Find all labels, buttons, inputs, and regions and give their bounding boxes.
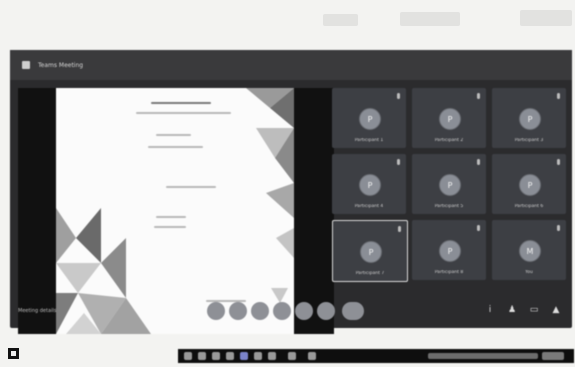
avatar: P [519,174,541,196]
chrome-icon[interactable] [226,352,234,360]
participant-name: Participant 8 [434,270,464,275]
title-bar: Teams Meeting [10,50,572,80]
mic-off-icon [477,93,480,99]
task-view-icon[interactable] [198,352,206,360]
participant-tile[interactable]: P Participant 4 [332,154,406,214]
taskbar [178,349,574,363]
slide-text-4 [156,216,186,218]
slide-text-3 [166,186,216,188]
captions-icon[interactable] [295,302,313,320]
raise-hand-icon[interactable] [273,302,291,320]
camera-icon[interactable] [207,302,225,320]
participant-name: Participant 3 [514,138,544,143]
avatar: P [359,174,381,196]
app-icon-8[interactable] [288,352,296,360]
mic-off-icon [557,159,560,165]
background-smudge-3 [520,10,572,26]
avatar: P [359,108,381,130]
participant-tile[interactable]: P Participant 2 [412,88,486,148]
avatar: P [439,240,461,262]
avatar: P [439,174,461,196]
participant-tile[interactable]: P Participant 3 [492,88,566,148]
tray-icons[interactable] [428,353,538,359]
teams-icon[interactable] [240,352,248,360]
leave-button[interactable] [342,302,364,320]
info-icon[interactable]: i [484,304,496,316]
participant-name: Participant 7 [355,271,385,276]
search-icon[interactable] [184,352,192,360]
participant-name: Participant 2 [434,138,464,143]
slide-text-2 [148,146,203,148]
participant-tile[interactable]: P Participant 7 [332,220,408,282]
more-icon[interactable] [317,302,335,320]
mic-off-icon [398,226,401,232]
mic-off-icon [477,159,480,165]
participant-tile[interactable]: P Participant 8 [412,220,486,280]
window-title: Teams Meeting [38,61,84,69]
mic-off-icon [397,159,400,165]
participant-name: Participant 5 [434,204,464,209]
participant-name: You [525,270,533,275]
participant-name: Participant 6 [514,204,544,209]
clock[interactable] [542,352,564,360]
app-icon [22,61,30,69]
mic-off-icon [557,93,560,99]
app-icon-9[interactable] [308,352,316,360]
app-icon-7[interactable] [268,352,276,360]
background-smudge-1 [323,14,358,26]
slide-subheading [136,112,231,114]
windows-logo-icon[interactable] [8,348,19,359]
participant-name: Participant 1 [354,138,384,143]
people-icon[interactable]: ♟ [506,304,518,316]
participant-name: Participant 4 [354,204,384,209]
avatar: P [519,108,541,130]
explorer-icon[interactable] [212,352,220,360]
slide-text-1 [156,134,191,136]
avatar: P [439,108,461,130]
participant-tile[interactable]: P Participant 6 [492,154,566,214]
avatar: M [519,240,541,262]
participant-tile[interactable]: P Participant 1 [332,88,406,148]
meeting-info: Meeting details [18,308,57,314]
mic-icon[interactable] [229,302,247,320]
slide-text-5 [154,226,186,228]
participant-tile[interactable]: P Participant 5 [412,154,486,214]
word-icon[interactable] [254,352,262,360]
activities-icon[interactable]: ▲ [550,304,562,316]
avatar: P [360,241,382,263]
background-smudge-2 [400,12,460,26]
chat-icon[interactable]: ▭ [528,304,540,316]
slide-heading [151,102,211,104]
control-bar: Meeting details i ♟ ▭ ▲ [10,298,572,328]
mic-off-icon [557,225,560,231]
mic-off-icon [477,225,480,231]
participant-tile[interactable]: M You [492,220,566,280]
mic-off-icon [397,93,400,99]
share-icon[interactable] [251,302,269,320]
meeting-window: Teams Meeting P Participant 1 P Particip… [10,50,572,334]
